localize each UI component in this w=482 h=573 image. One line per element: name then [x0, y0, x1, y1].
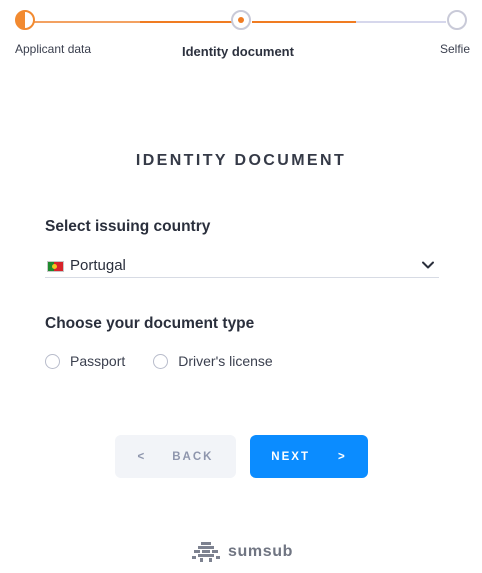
- sumsub-logo-icon: [192, 542, 220, 562]
- back-button-label: BACK: [172, 450, 214, 463]
- document-type-options: Passport Driver's license: [45, 351, 301, 371]
- country-value: Portugal: [70, 257, 126, 274]
- brand-name: sumsub: [228, 543, 293, 560]
- next-button[interactable]: NEXT >: [250, 435, 368, 478]
- passport-radio[interactable]: [45, 353, 60, 369]
- stepper-line-2: [252, 21, 356, 23]
- back-arrow-icon: <: [137, 450, 147, 463]
- country-label: Select issuing country: [45, 218, 211, 235]
- next-button-label: NEXT: [271, 450, 310, 463]
- drivers-license-radio-label[interactable]: Driver's license: [178, 353, 272, 369]
- step-selfie-indicator: [447, 10, 467, 30]
- country-select[interactable]: Portugal: [45, 250, 439, 278]
- step-label-applicant-data[interactable]: Applicant data: [15, 42, 91, 56]
- current-step-dot: [238, 17, 244, 23]
- brand-logo: sumsub: [190, 540, 293, 564]
- step-applicant-data-indicator[interactable]: [15, 10, 35, 30]
- step-identity-document-indicator: [231, 10, 251, 30]
- stepper-line-1-progress: [140, 21, 232, 23]
- step-label-identity-document: Identity document: [182, 44, 294, 59]
- page-title: IDENTITY DOCUMENT: [135, 152, 347, 169]
- radio-option-drivers-license[interactable]: Driver's license: [153, 353, 273, 369]
- document-type-label: Choose your document type: [45, 315, 255, 332]
- stepper-line-3: [356, 21, 446, 23]
- drivers-license-radio[interactable]: [153, 353, 169, 369]
- portugal-flag-icon: [47, 261, 64, 272]
- passport-radio-label[interactable]: Passport: [70, 353, 125, 369]
- step-label-selfie: Selfie: [440, 42, 471, 56]
- progress-stepper: Applicant data Identity document Selfie: [0, 0, 482, 70]
- next-arrow-icon: >: [337, 450, 347, 463]
- chevron-down-icon[interactable]: [421, 260, 435, 270]
- back-button[interactable]: < BACK: [115, 435, 236, 478]
- radio-option-passport[interactable]: Passport: [45, 353, 125, 369]
